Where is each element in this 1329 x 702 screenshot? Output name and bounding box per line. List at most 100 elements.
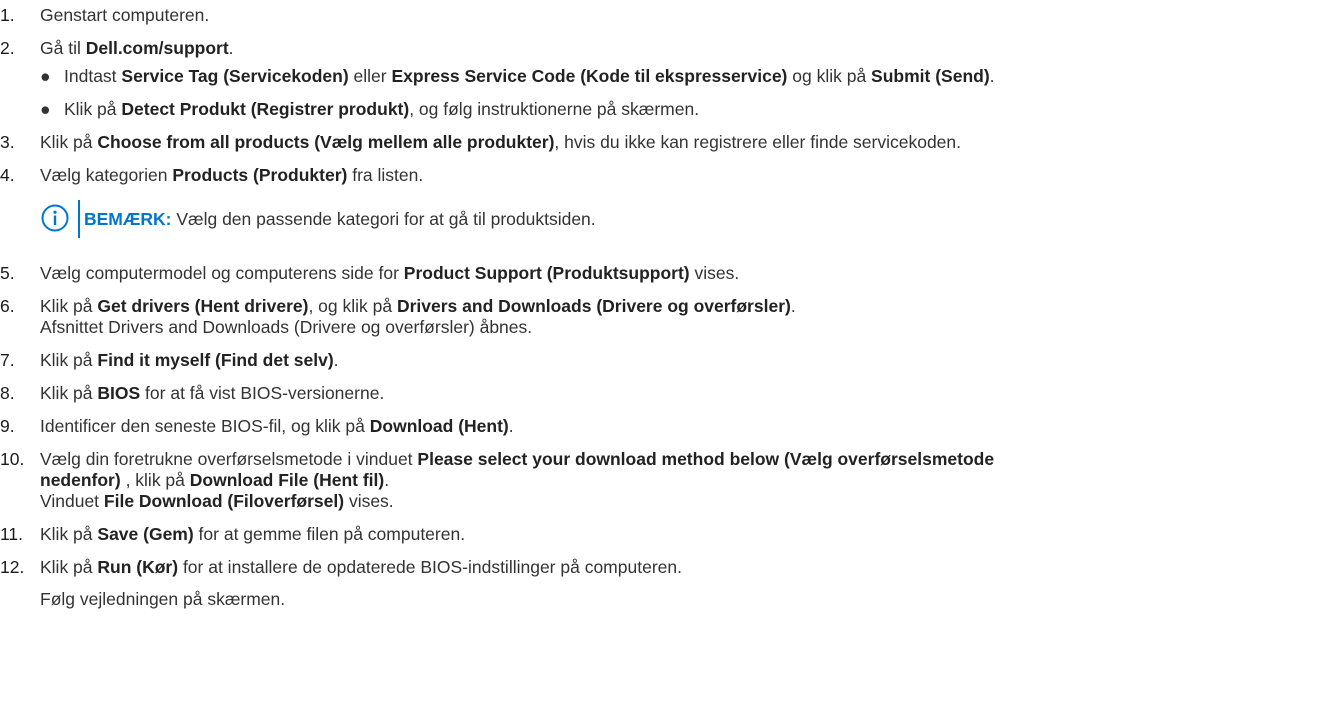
text-run: .: [228, 38, 234, 58]
text-run: for at få vist BIOS-versionerne.: [140, 383, 385, 403]
step-number: 11.: [0, 524, 24, 544]
step-number: 3.: [0, 132, 15, 152]
step-text: Klik på Choose from all products (Vælg m…: [40, 132, 1329, 153]
step-item: 8. Klik på BIOS for at få vist BIOS-versi…: [0, 383, 1329, 404]
bold-text: Get drivers (Hent drivere): [97, 296, 309, 316]
text-run: vises.: [689, 263, 740, 283]
text-run: og klik på: [787, 66, 872, 86]
step-text: Klik på Save (Gem) for at gemme filen på…: [40, 524, 1329, 545]
text-run: Klik på: [64, 99, 122, 119]
bullet-item: ● Klik på Detect Produkt (Registrer produ…: [40, 99, 1329, 120]
step-continuation: nedenfor) , klik på Download File (Hent …: [40, 470, 1329, 491]
text-run: eller: [348, 66, 392, 86]
text-run: vises.: [344, 491, 394, 511]
step-continuation: Afsnittet Drivers and Downloads (Drivere…: [40, 317, 1329, 338]
bold-text: File Download (Filoverførsel): [103, 491, 345, 511]
step-text: Genstart computeren.: [40, 5, 1329, 26]
text-run: Genstart computeren.: [40, 5, 210, 25]
text-run: Klik på: [40, 350, 98, 370]
step-number: 1.: [0, 5, 15, 25]
bold-text: Download File (Hent fil): [189, 470, 385, 490]
step-number: 9.: [0, 416, 15, 436]
text-run: , og følg instruktionerne på skærmen.: [409, 99, 700, 119]
bold-text: Save (Gem): [97, 524, 194, 544]
bold-text: Drivers and Downloads (Drivere og overfø…: [396, 296, 791, 316]
text-run: , hvis du ikke kan registrere eller find…: [554, 132, 962, 152]
step-item: 1. Genstart computeren.: [0, 5, 1329, 26]
step-text: Klik på BIOS for at få vist BIOS-version…: [40, 383, 1329, 404]
text-run: Gå til: [40, 38, 86, 58]
text-run: .: [989, 66, 995, 86]
step-text: Klik på Get drivers (Hent drivere), og k…: [40, 296, 1329, 317]
step-item: 6. Klik på Get drivers (Hent drivere), og…: [0, 296, 1329, 338]
bold-text: BIOS: [97, 383, 141, 403]
step-item: 10. Vælg din foretrukne overførselsmetode…: [0, 449, 1329, 512]
text-run: Klik på: [40, 524, 98, 544]
step-text: Klik på Find it myself (Find det selv).: [40, 350, 1329, 371]
bold-text: Download (Hent): [369, 416, 509, 436]
note-divider: [78, 200, 80, 238]
text-run: , og klik på: [308, 296, 397, 316]
info-circle-icon: [41, 204, 69, 232]
step-number: 5.: [0, 263, 15, 283]
text-run: Vælg computermodel og computerens side f…: [40, 263, 404, 283]
text-run: Afsnittet Drivers and Downloads (Drivere…: [40, 317, 533, 337]
bullet-item: ● Indtast Service Tag (Servicekoden) elle…: [40, 66, 1329, 87]
text-run: , klik på: [120, 470, 190, 490]
bold-text: Submit (Send): [871, 66, 990, 86]
note-text: Vælg den passende kategori for at gå til…: [171, 209, 596, 229]
step-number: 6.: [0, 296, 15, 316]
bold-text: Express Service Code (Kode til ekspresse…: [391, 66, 788, 86]
step-text: Vælg kategorien Products (Produkter) fra…: [40, 165, 1329, 186]
bold-text: Detect Produkt (Registrer produkt): [121, 99, 410, 119]
note-label: BEMÆRK:: [84, 209, 172, 229]
step-continuation: Vinduet File Download (Filoverførsel) vi…: [40, 491, 1329, 512]
text-run: Klik på: [40, 557, 98, 577]
bold-text: Run (Kør): [97, 557, 179, 577]
step-item: 4. Vælg kategorien Products (Produkter) f…: [0, 165, 1329, 238]
step-text: Vælg din foretrukne overførselsmetode i …: [40, 449, 1329, 470]
text-run: fra listen.: [347, 165, 424, 185]
step-item: 7. Klik på Find it myself (Find det selv)…: [0, 350, 1329, 371]
text-run: Klik på: [40, 132, 98, 152]
step-number: 7.: [0, 350, 15, 370]
text-run: .: [508, 416, 514, 436]
text-run: Vælg din foretrukne overførselsmetode i …: [40, 449, 418, 469]
step-item: 9. Identificer den seneste BIOS-fil, og k…: [0, 416, 1329, 437]
instruction-list: 1. Genstart computeren. 2. Gå til Dell.com/…: [0, 5, 1329, 622]
bullet-dot-icon: ●: [40, 99, 51, 119]
step-item: 3. Klik på Choose from all products (Vælg…: [0, 132, 1329, 153]
step-item: 11. Klik på Save (Gem) for at gemme filen…: [0, 524, 1329, 545]
text-run: Klik på: [40, 383, 98, 403]
step-number: 4.: [0, 165, 15, 185]
bold-text: Choose from all products (Vælg mellem al…: [97, 132, 555, 152]
text-run: .: [790, 296, 796, 316]
bold-text: Please select your download method below…: [417, 449, 995, 469]
text-run: .: [384, 470, 390, 490]
step-number: 2.: [0, 38, 15, 58]
bullet-list: ● Indtast Service Tag (Servicekoden) elle…: [40, 66, 1329, 120]
bullet-dot-icon: ●: [40, 66, 51, 86]
step-item: 5. Vælg computermodel og computerens side…: [0, 263, 1329, 284]
bold-text: nedenfor): [40, 470, 121, 490]
step-item: 12. Klik på Run (Kør) for at installere d…: [0, 557, 1329, 610]
bold-text: Products (Produkter): [172, 165, 348, 185]
text-run: .: [333, 350, 339, 370]
step-text: Vælg computermodel og computerens side f…: [40, 263, 1329, 284]
step-number: 12.: [0, 557, 25, 577]
text-run: Vinduet: [40, 491, 104, 511]
bold-text: Find it myself (Find det selv): [97, 350, 334, 370]
step-number: 8.: [0, 383, 15, 403]
text-run: for at installere de opdaterede BIOS-ind…: [178, 557, 682, 577]
bold-text: Dell.com/support: [85, 38, 229, 58]
bold-text: Product Support (Produktsupport): [403, 263, 690, 283]
bold-text: Service Tag (Servicekoden): [121, 66, 349, 86]
note-callout: BEMÆRK: Vælg den passende kategori for a…: [40, 200, 1329, 238]
step-item: 2. Gå til Dell.com/support. ● Indtast Servi…: [0, 38, 1329, 120]
step-number: 10.: [0, 449, 25, 469]
step-text: Identificer den seneste BIOS-fil, og kli…: [40, 416, 1329, 437]
step-text: Klik på Run (Kør) for at installere de o…: [40, 557, 1329, 578]
text-run: Indtast: [64, 66, 122, 86]
text-run: Identificer den seneste BIOS-fil, og kli…: [40, 416, 370, 436]
text-run: Vælg kategorien: [40, 165, 173, 185]
